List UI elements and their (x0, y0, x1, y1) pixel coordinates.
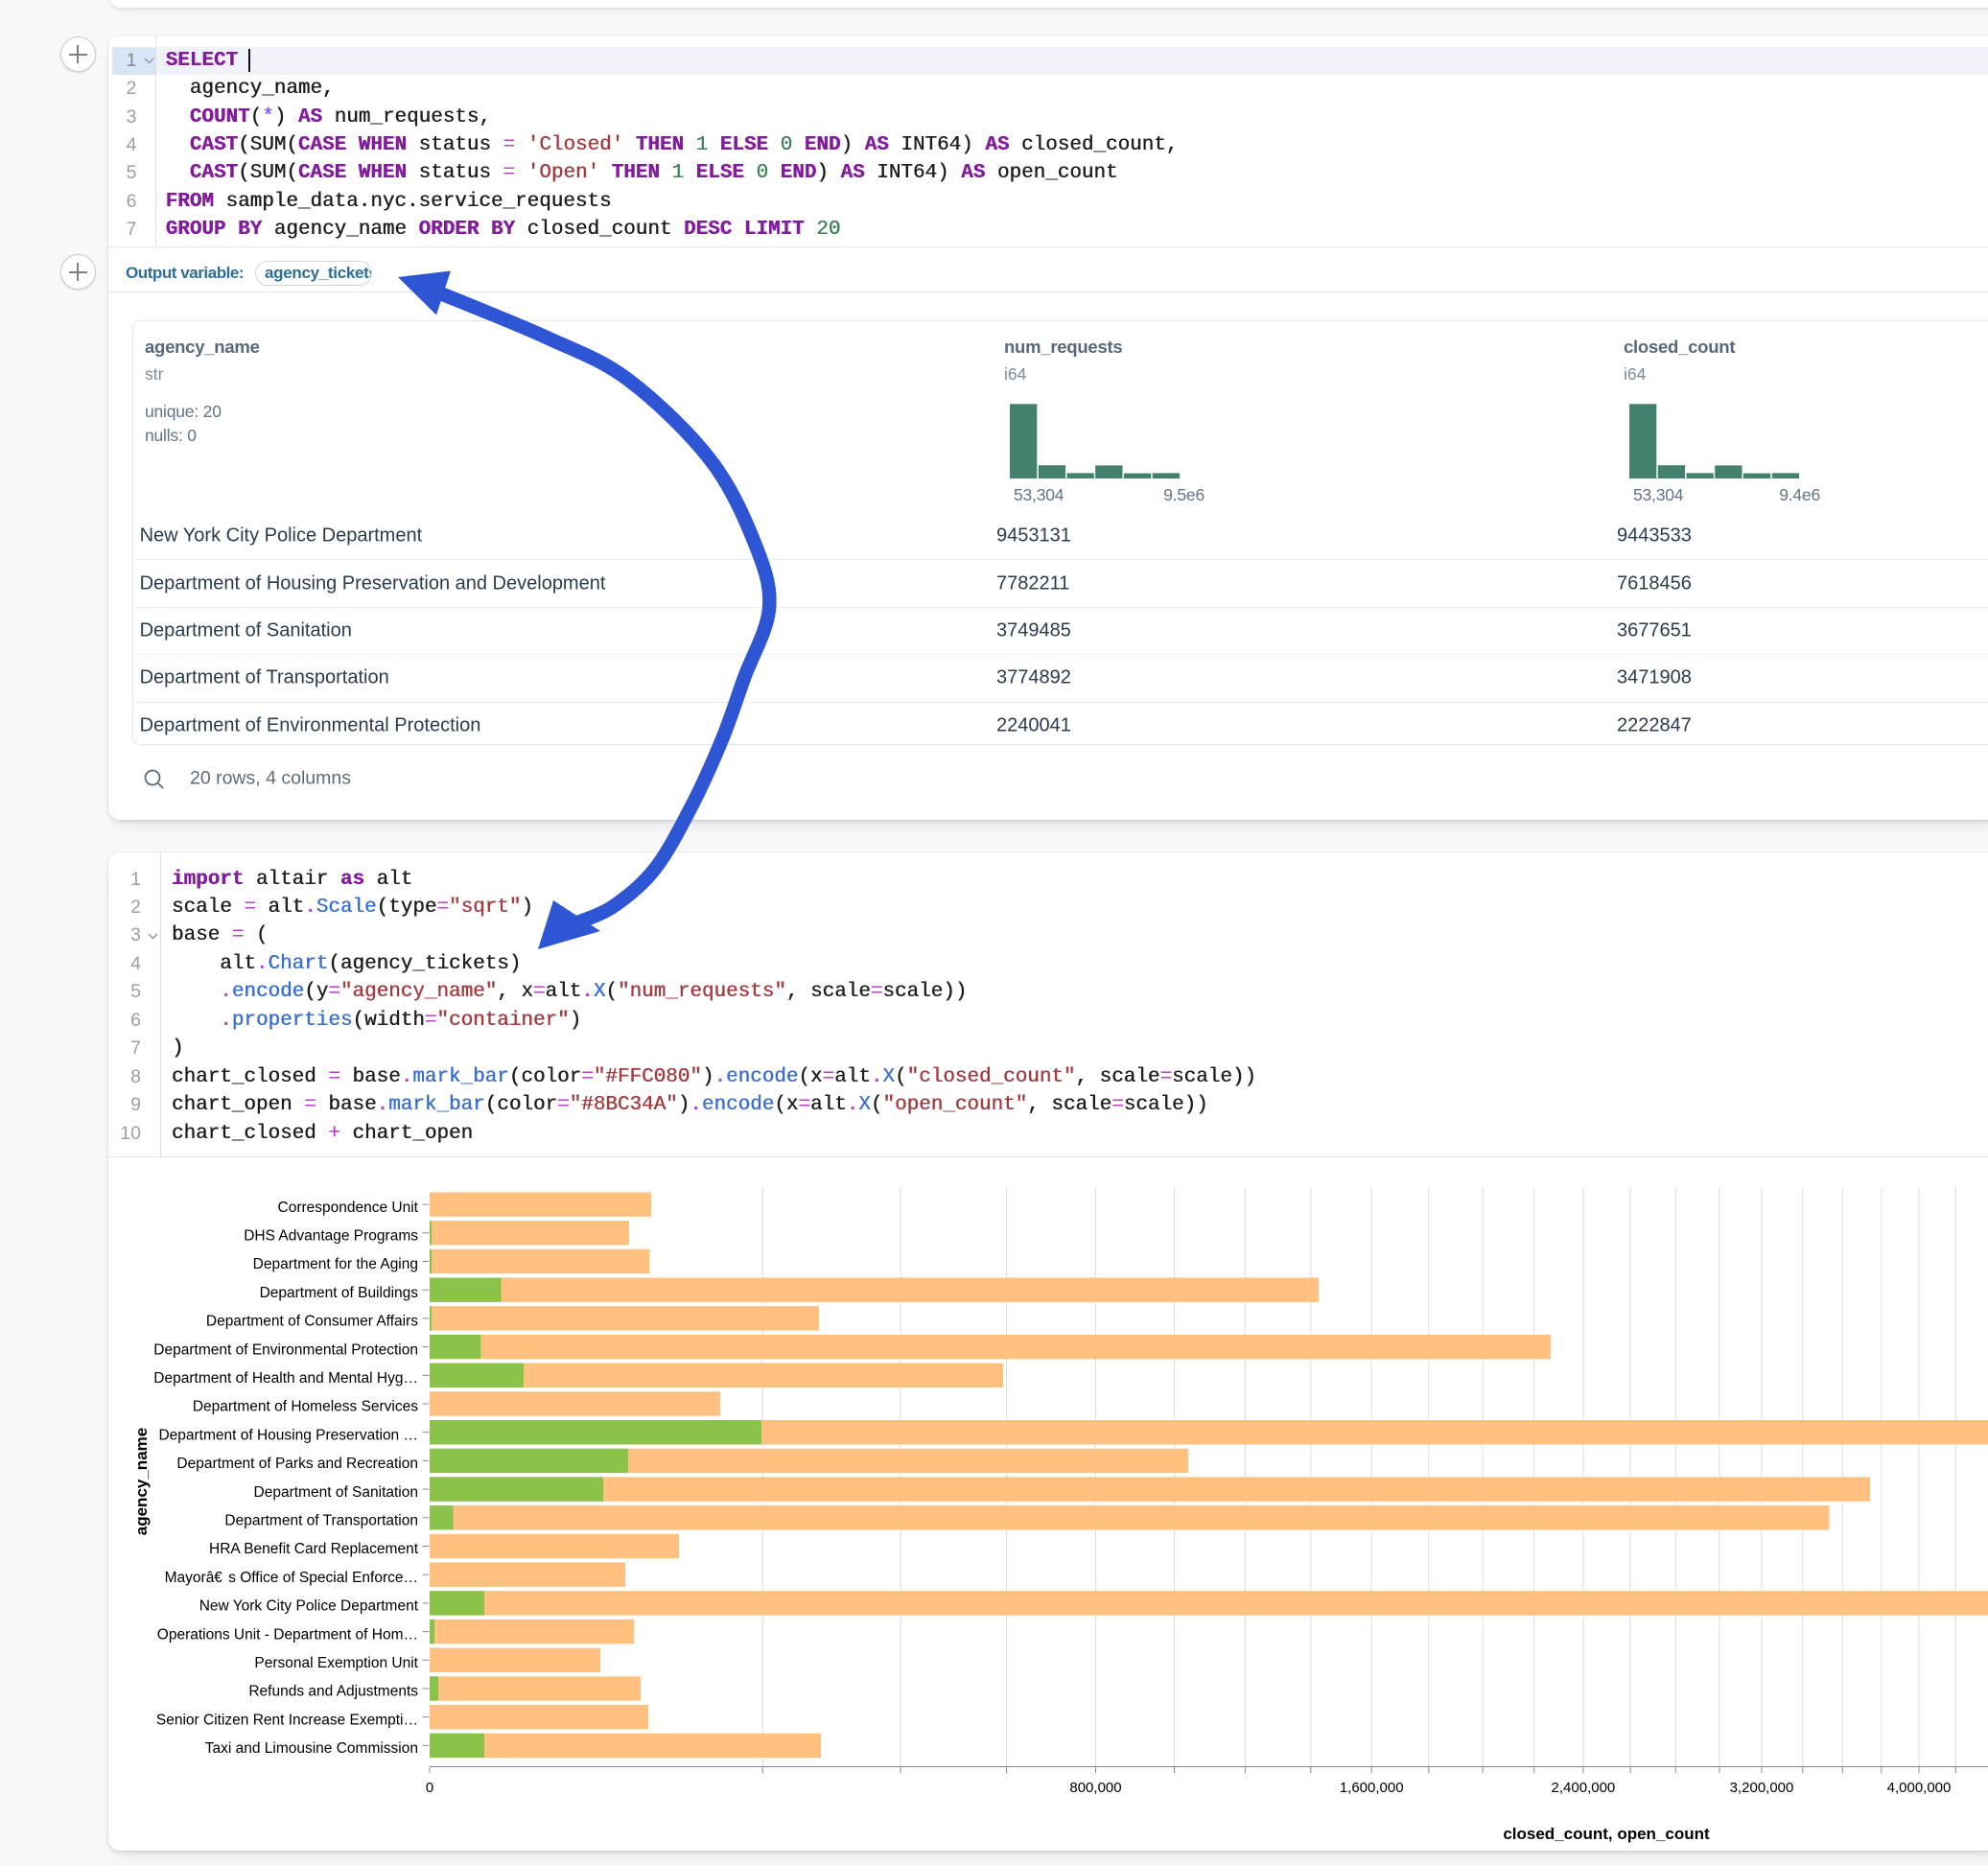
svg-text:Personal Exemption Unit: Personal Exemption Unit (254, 1655, 418, 1671)
svg-text:Department of Sanitation: Department of Sanitation (254, 1484, 418, 1501)
svg-text:DHS Advantage Programs: DHS Advantage Programs (244, 1228, 418, 1245)
svg-text:1,600,000: 1,600,000 (1340, 1780, 1404, 1796)
svg-text:Department for the Aging: Department for the Aging (253, 1256, 418, 1272)
svg-text:Correspondence Unit: Correspondence Unit (278, 1200, 419, 1216)
svg-text:800,000: 800,000 (1069, 1780, 1121, 1796)
svg-text:New York City Police Departmen: New York City Police Department (199, 1598, 419, 1615)
svg-text:Department of Environmental Pr: Department of Environmental Protection (153, 1341, 418, 1358)
svg-text:0: 0 (426, 1780, 433, 1796)
svg-text:Refunds and Adjustments: Refunds and Adjustments (248, 1684, 418, 1700)
svg-text:Taxi and Limousine Commission: Taxi and Limousine Commission (205, 1740, 418, 1757)
svg-text:Department of Housing Preserva: Department of Housing Preservation … (158, 1427, 418, 1443)
svg-text:closed_count, open_count: closed_count, open_count (1503, 1825, 1710, 1843)
svg-text:Mayorâ€ s Office of Special E: Mayorâ€ s Office of Special Enforce… (165, 1570, 418, 1586)
svg-text:HRA Benefit Card Replacement: HRA Benefit Card Replacement (209, 1541, 419, 1557)
svg-text:4,000,000: 4,000,000 (1887, 1780, 1952, 1796)
svg-text:Operations Unit - Department o: Operations Unit - Department of Hom… (157, 1626, 418, 1643)
svg-text:Department of Parks and Recrea: Department of Parks and Recreation (176, 1456, 418, 1472)
svg-text:Department of Homeless Service: Department of Homeless Services (193, 1399, 418, 1415)
svg-text:3,200,000: 3,200,000 (1730, 1780, 1794, 1796)
svg-text:2,400,000: 2,400,000 (1552, 1780, 1616, 1796)
svg-text:Department of Buildings: Department of Buildings (260, 1285, 419, 1301)
svg-text:Department of Health and Menta: Department of Health and Mental Hyg… (153, 1370, 418, 1387)
svg-text:Senior Citizen Rent Increase E: Senior Citizen Rent Increase Exempti… (156, 1712, 418, 1728)
svg-text:agency_name: agency_name (132, 1428, 151, 1535)
svg-text:Department of Consumer Affairs: Department of Consumer Affairs (206, 1314, 418, 1330)
svg-text:Department of Transportation: Department of Transportation (224, 1513, 418, 1529)
